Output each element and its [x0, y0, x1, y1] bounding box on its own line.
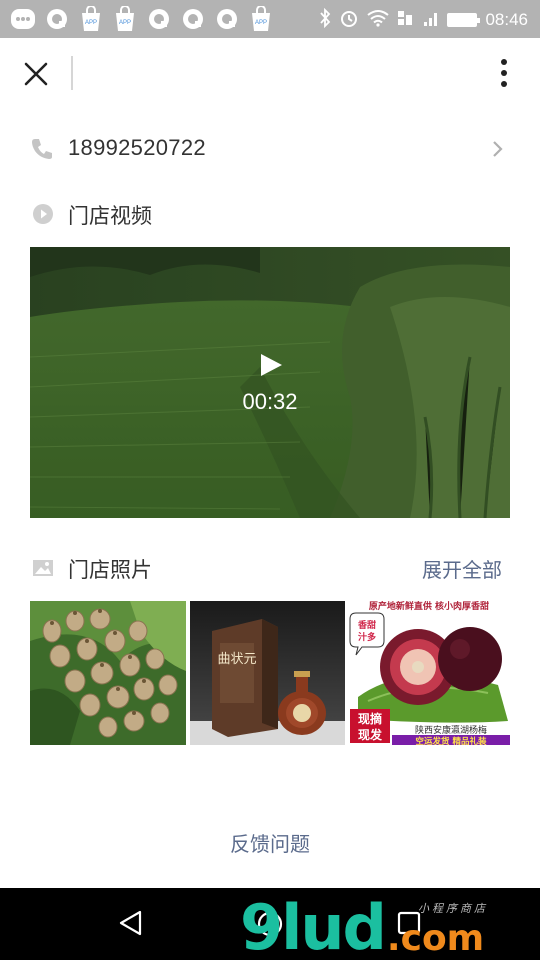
chevron-right-icon [488, 139, 508, 159]
close-button[interactable] [18, 56, 54, 92]
signal-4g-icon [397, 8, 415, 32]
browser-icon [44, 6, 70, 32]
app-store-icon: APP [112, 6, 138, 32]
nav-divider [71, 56, 73, 90]
watermark-suffix: .com [386, 918, 485, 959]
photos-section-title: 门店照片 [68, 558, 152, 582]
more-options-button[interactable] [486, 56, 522, 92]
svg-text:曲状元: 曲状元 [217, 652, 256, 667]
store-video[interactable] [30, 247, 510, 518]
close-icon [24, 62, 48, 86]
status-time: 08:46 [485, 10, 528, 29]
svg-text:汁多: 汁多 [358, 631, 376, 643]
svg-text:空运发货 精品礼装: 空运发货 精品礼装 [416, 736, 487, 745]
svg-text:香甜: 香甜 [357, 619, 376, 631]
signal-bars-icon [423, 9, 439, 31]
phone-row[interactable]: 18992520722 [0, 126, 540, 172]
expand-all-link[interactable]: 展开全部 [422, 554, 502, 583]
system-status: 08:46 [319, 7, 528, 32]
waxberry-ad-photo[interactable]: 原产地新鲜直供 核小肉厚香甜 香甜 汁多 现摘 现发 陕西安康瀛湖杨梅 空运发货… [348, 601, 510, 745]
top-navigation [0, 38, 540, 110]
phone-icon [30, 137, 54, 161]
play-icon[interactable] [258, 352, 284, 378]
video-section-title: 门店视频 [68, 204, 152, 228]
browser-icon [146, 6, 172, 32]
video-duration: 00:32 [242, 389, 298, 414]
svg-text:APP: APP [85, 20, 97, 26]
svg-text:APP: APP [255, 20, 267, 26]
photos-section-header: 门店照片 展开全部 [0, 550, 540, 586]
back-icon[interactable] [116, 908, 146, 938]
browser-icon [180, 6, 206, 32]
video-thumbnail [30, 247, 510, 518]
feedback-link[interactable]: 反馈问题 [0, 828, 540, 857]
video-section-header: 门店视频 [0, 196, 540, 232]
svg-text:APP: APP [119, 20, 131, 26]
watermark-sub: 小程序商店 [418, 902, 488, 915]
svg-text:现发: 现发 [358, 727, 383, 742]
wifi-icon [367, 9, 390, 31]
app-store-icon: APP [248, 6, 274, 32]
watermark-main: 9lud [240, 891, 387, 960]
more-vertical-icon [501, 59, 507, 87]
status-bar: APP APP APP 08:46 [0, 0, 540, 38]
svg-text:陕西安康瀛湖杨梅: 陕西安康瀛湖杨梅 [415, 724, 487, 736]
phone-number: 18992520722 [68, 135, 206, 160]
loquat-fruit-photo[interactable] [30, 601, 186, 745]
image-icon [32, 557, 54, 579]
alarm-icon [339, 8, 359, 32]
bluetooth-icon [319, 7, 331, 32]
browser-icon [214, 6, 240, 32]
app-store-icon: APP [78, 6, 104, 32]
svg-text:现摘: 现摘 [358, 711, 382, 726]
chat-app-icon [10, 6, 36, 32]
notification-icons: APP APP APP [10, 6, 274, 32]
battery-icon [447, 13, 481, 27]
svg-text:原产地新鲜直供 核小肉厚香甜: 原产地新鲜直供 核小肉厚香甜 [369, 601, 489, 612]
liquor-bottle-photo[interactable]: 曲状元 [190, 601, 345, 745]
play-circle-icon [32, 203, 54, 225]
